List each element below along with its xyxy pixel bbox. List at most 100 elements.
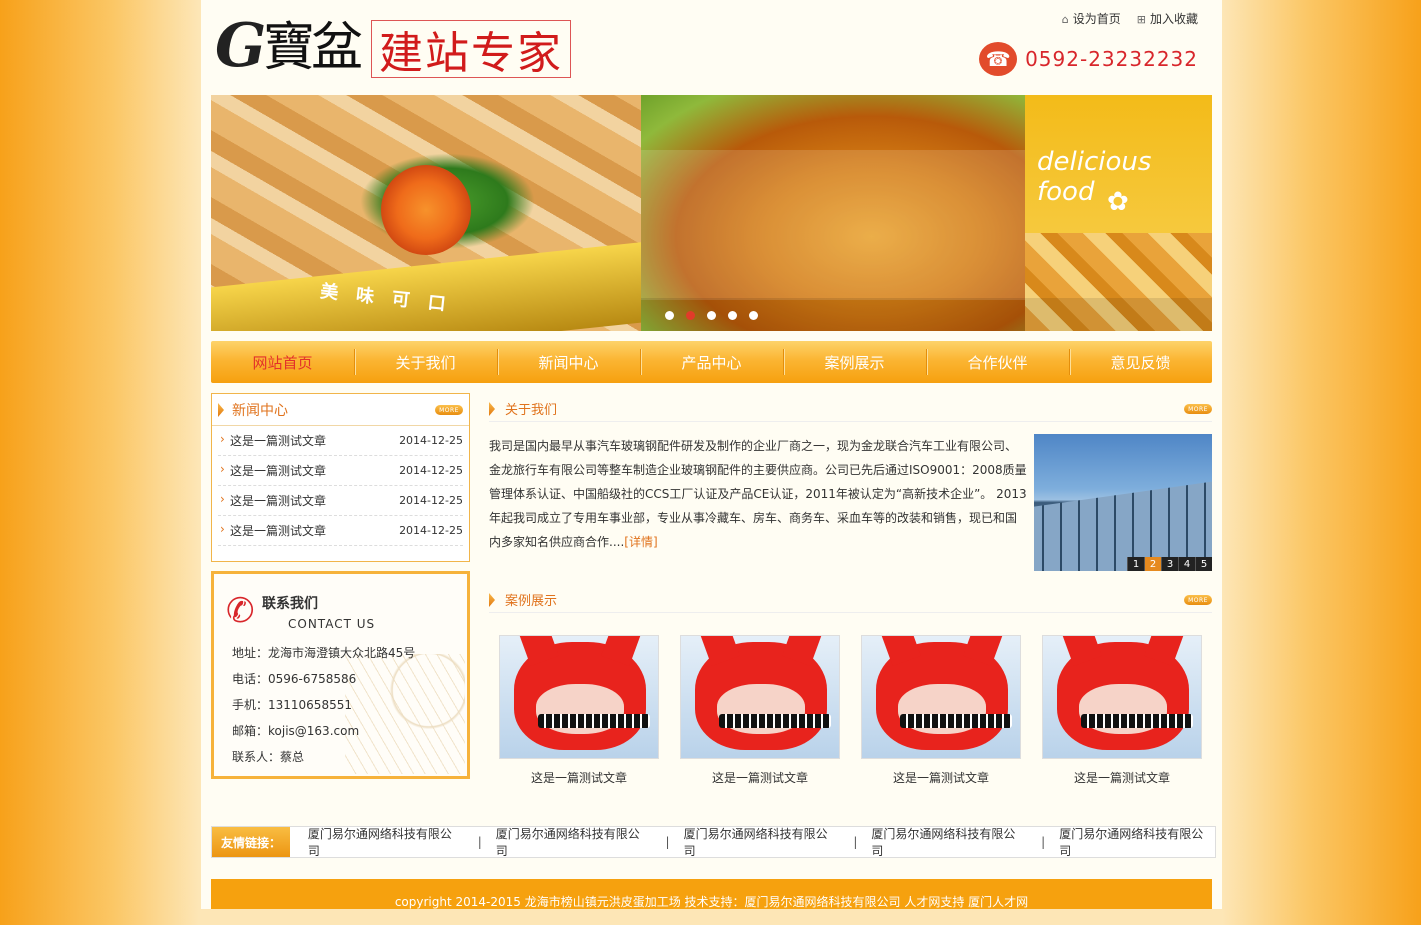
telephone-icon: ✆ bbox=[226, 591, 255, 631]
logo-g: G bbox=[215, 11, 267, 81]
set-home-label: 设为首页 bbox=[1072, 12, 1121, 26]
logo-brand: 寶盆 bbox=[263, 18, 363, 78]
case-title[interactable]: 这是一篇测试文章 bbox=[680, 769, 840, 786]
news-item-date: 2014-12-25 bbox=[399, 524, 463, 537]
nav-item-about[interactable]: 关于我们 bbox=[354, 341, 497, 383]
nav-item-home[interactable]: 网站首页 bbox=[211, 341, 354, 383]
slider-dot-5[interactable] bbox=[749, 311, 758, 320]
slider-dot-1[interactable] bbox=[665, 311, 674, 320]
phone-contact: ☎ 0592-23232232 bbox=[979, 42, 1198, 76]
carved-flower-decoration bbox=[381, 165, 471, 255]
main-nav: 网站首页 关于我们 新闻中心 产品中心 案例展示 合作伙伴 意见反馈 bbox=[211, 341, 1212, 383]
banner-image-food-1: 美味可口 bbox=[211, 95, 664, 331]
news-panel: 新闻中心 MORE 这是一篇测试文章 2014-12-25 这是一篇测试文章 201… bbox=[211, 393, 470, 562]
news-item-title[interactable]: 这是一篇测试文章 bbox=[230, 432, 326, 449]
case-item[interactable]: 这是一篇测试文章 bbox=[499, 635, 659, 786]
nav-item-feedback[interactable]: 意见反馈 bbox=[1069, 341, 1212, 383]
news-more-button[interactable]: MORE bbox=[435, 405, 463, 415]
sunglasses bbox=[900, 714, 1012, 728]
site-footer: copyright 2014-2015 龙海市榜山镇元洪皮蛋加工场 技术支持：厦… bbox=[211, 879, 1212, 909]
add-favorite-label: 加入收藏 bbox=[1149, 12, 1198, 26]
friendly-link[interactable]: 厦门易尔通网络科技有限公司 bbox=[496, 825, 652, 859]
contact-details: 地址：龙海市海澄镇大众北路45号 电话：0596-6758586 手机：1311… bbox=[232, 640, 415, 770]
cases-more-button[interactable]: MORE bbox=[1184, 595, 1212, 605]
top-links: ⌂ 设为首页 ⊞ 加入收藏 bbox=[1062, 10, 1198, 27]
news-item-title[interactable]: 这是一篇测试文章 bbox=[230, 522, 326, 539]
news-item-title[interactable]: 这是一篇测试文章 bbox=[230, 492, 326, 509]
pager-5[interactable]: 5 bbox=[1195, 557, 1212, 571]
add-favorite-link[interactable]: ⊞ 加入收藏 bbox=[1137, 10, 1198, 27]
news-item[interactable]: 这是一篇测试文章 2014-12-25 bbox=[218, 486, 463, 516]
slider-dots bbox=[665, 311, 758, 320]
news-item[interactable]: 这是一篇测试文章 2014-12-25 bbox=[218, 426, 463, 456]
case-thumbnail[interactable] bbox=[499, 635, 659, 759]
case-thumbnail[interactable] bbox=[680, 635, 840, 759]
news-item-date: 2014-12-25 bbox=[399, 494, 463, 507]
about-title: 关于我们 bbox=[505, 403, 558, 418]
friendly-link[interactable]: 厦门易尔通网络科技有限公司 bbox=[308, 825, 464, 859]
fox-mascot-image bbox=[514, 642, 650, 750]
case-title[interactable]: 这是一篇测试文章 bbox=[861, 769, 1021, 786]
friendly-links: 友情链接： 厦门易尔通网络科技有限公司 | 厦门易尔通网络科技有限公司 | 厦门易尔… bbox=[211, 826, 1216, 858]
banner-shine bbox=[641, 150, 1025, 300]
ribbon-text: 美味可口 bbox=[319, 281, 465, 317]
slider-dot-4[interactable] bbox=[728, 311, 737, 320]
contact-header: ✆ 联系我们 CONTACT US bbox=[226, 588, 375, 634]
cases-header: 案例展示 MORE bbox=[489, 587, 1212, 613]
slider-dot-3[interactable] bbox=[707, 311, 716, 320]
news-item-title[interactable]: 这是一篇测试文章 bbox=[230, 462, 326, 479]
contact-title-cn: 联系我们 bbox=[262, 596, 318, 612]
site-logo[interactable]: G 寶盆 建站专家 bbox=[215, 10, 575, 86]
flower-icon: ✿ bbox=[1107, 187, 1129, 217]
logo-slogan: 建站专家 bbox=[371, 20, 571, 79]
telephone-icon: ☎ bbox=[979, 42, 1018, 76]
nav-item-products[interactable]: 产品中心 bbox=[640, 341, 783, 383]
phone-number: 0592-23232232 bbox=[1025, 47, 1198, 71]
news-item[interactable]: 这是一篇测试文章 2014-12-25 bbox=[218, 456, 463, 486]
case-item[interactable]: 这是一篇测试文章 bbox=[1042, 635, 1202, 786]
link-separator: | bbox=[477, 835, 482, 849]
cases-title: 案例展示 bbox=[505, 594, 558, 609]
contact-panel: ✆ 联系我们 CONTACT US 地址：龙海市海澄镇大众北路45号 电话：05… bbox=[211, 571, 470, 779]
contact-address: 地址：龙海市海澄镇大众北路45号 bbox=[232, 646, 416, 660]
friendly-link[interactable]: 厦门易尔通网络科技有限公司 bbox=[684, 825, 840, 859]
cases-grid: 这是一篇测试文章 这是一篇测试文章 这是一篇测试文章 这是一篇测试文章 bbox=[499, 635, 1212, 786]
news-list: 这是一篇测试文章 2014-12-25 这是一篇测试文章 2014-12-25 这是… bbox=[212, 426, 469, 546]
page: G 寶盆 建站专家 ⌂ 设为首页 ⊞ 加入收藏 ☎ 0592-23232232 美味… bbox=[201, 0, 1222, 909]
link-separator: | bbox=[1041, 835, 1046, 849]
home-icon: ⌂ bbox=[1061, 13, 1069, 26]
banner-slider[interactable]: 美味可口 delicious food ✿ bbox=[211, 95, 1212, 331]
case-item[interactable]: 这是一篇测试文章 bbox=[861, 635, 1021, 786]
sitemap-icon: ⊞ bbox=[1136, 13, 1146, 26]
slider-dot-2[interactable] bbox=[686, 311, 695, 320]
pager-4[interactable]: 4 bbox=[1178, 557, 1195, 571]
contact-title: 联系我们 CONTACT US bbox=[262, 588, 375, 634]
case-thumbnail[interactable] bbox=[1042, 635, 1202, 759]
pager-3[interactable]: 3 bbox=[1161, 557, 1178, 571]
case-thumbnail[interactable] bbox=[861, 635, 1021, 759]
about-detail-link[interactable]: [详情] bbox=[624, 535, 657, 549]
about-more-button[interactable]: MORE bbox=[1184, 404, 1212, 414]
news-header: 新闻中心 MORE bbox=[212, 394, 469, 426]
contact-person: 联系人：蔡总 bbox=[232, 750, 305, 764]
pager-1[interactable]: 1 bbox=[1127, 557, 1144, 571]
link-separator: | bbox=[853, 835, 858, 849]
about-header: 关于我们 MORE bbox=[489, 396, 1212, 422]
friendly-link[interactable]: 厦门易尔通网络科技有限公司 bbox=[1059, 825, 1215, 859]
friendly-links-list: 厦门易尔通网络科技有限公司 | 厦门易尔通网络科技有限公司 | 厦门易尔通网络科技有… bbox=[290, 825, 1215, 859]
contact-tel: 电话：0596-6758586 bbox=[232, 672, 357, 686]
nav-item-news[interactable]: 新闻中心 bbox=[497, 341, 640, 383]
set-home-link[interactable]: ⌂ 设为首页 bbox=[1062, 10, 1121, 27]
banner-image-fried-chicken bbox=[641, 95, 1025, 331]
pager-2[interactable]: 2 bbox=[1144, 557, 1161, 571]
sunglasses bbox=[719, 714, 831, 728]
case-title[interactable]: 这是一篇测试文章 bbox=[1042, 769, 1202, 786]
news-item-date: 2014-12-25 bbox=[399, 434, 463, 447]
friendly-link[interactable]: 厦门易尔通网络科技有限公司 bbox=[871, 825, 1027, 859]
case-title[interactable]: 这是一篇测试文章 bbox=[499, 769, 659, 786]
nav-item-cases[interactable]: 案例展示 bbox=[783, 341, 926, 383]
contact-mobile: 手机：13110658551 bbox=[232, 698, 352, 712]
nav-item-partners[interactable]: 合作伙伴 bbox=[926, 341, 1069, 383]
case-item[interactable]: 这是一篇测试文章 bbox=[680, 635, 840, 786]
news-item[interactable]: 这是一篇测试文章 2014-12-25 bbox=[218, 516, 463, 546]
